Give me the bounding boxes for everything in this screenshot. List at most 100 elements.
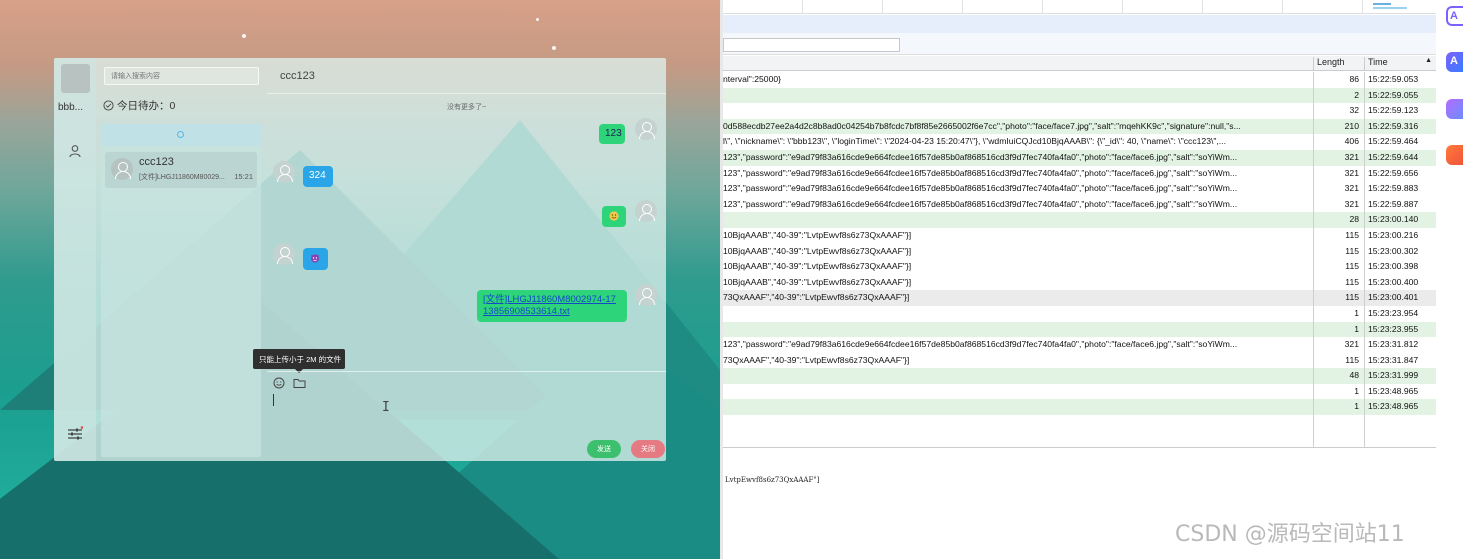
frame-row[interactable]: nterval":25000} 86 15:22:59.053	[723, 72, 1439, 88]
frame-row[interactable]: 73QxAAAF","40-39":"LvtpEwvf8s6z73QxAAAF"…	[723, 352, 1439, 369]
frame-data-cell: 10BjqAAAB","40-39":"LvtpEwvf8s6z73QxAAAF…	[723, 261, 912, 272]
frame-row[interactable]: 1 15:23:48.965	[723, 399, 1439, 416]
list-loading-indicator	[101, 124, 261, 146]
frame-length-cell: 210	[1313, 118, 1363, 135]
frame-data-cell: l\", \"nickname\": \"bbb123\", \"loginTi…	[723, 136, 1226, 147]
message-input-area[interactable]: I 发送 关闭	[267, 371, 666, 461]
wallpaper-star	[536, 18, 539, 21]
contact-name: ccc123	[139, 156, 174, 168]
conversation-header: ccc123	[267, 58, 666, 94]
send-button[interactable]: 发送	[587, 440, 621, 458]
frame-length-cell: 32	[1313, 103, 1363, 119]
emoji-icon[interactable]	[273, 377, 285, 389]
frame-time-cell: 15:23:00.398	[1364, 259, 1438, 275]
frame-row[interactable]: 32 15:22:59.123	[723, 103, 1439, 119]
upload-tooltip: 只能上传小于 2M 的文件	[253, 349, 345, 369]
column-header-length[interactable]: Length	[1313, 57, 1363, 70]
frame-row[interactable]: 123","password":"e9ad79f83a616cde9e664fc…	[723, 196, 1439, 213]
no-more-messages-label: 没有更多了~	[446, 104, 487, 111]
frame-time-cell: 15:23:23.955	[1364, 321, 1438, 338]
frame-row[interactable]: 1 15:23:23.955	[723, 321, 1439, 338]
frame-row[interactable]: 10BjqAAAB","40-39":"LvtpEwvf8s6z73QxAAAF…	[723, 259, 1439, 275]
frame-row[interactable]: 10BjqAAAB","40-39":"LvtpEwvf8s6z73QxAAAF…	[723, 243, 1439, 260]
frame-row[interactable]: 10BjqAAAB","40-39":"LvtpEwvf8s6z73QxAAAF…	[723, 227, 1439, 244]
frame-data-cell: 73QxAAAF","40-39":"LvtpEwvf8s6z73QxAAAF"…	[723, 354, 910, 365]
frame-length-cell: 48	[1313, 368, 1363, 384]
frame-data-cell: 10BjqAAAB","40-39":"LvtpEwvf8s6z73QxAAAF…	[723, 276, 912, 287]
check-circle-icon	[103, 100, 114, 111]
contacts-panel: 今日待办：0 ccc123 [文件]LHGJ11860M80029... 15:…	[96, 58, 266, 461]
frame-row[interactable]: 1 15:23:23.954	[723, 305, 1439, 322]
frame-length-cell: 406	[1313, 134, 1363, 150]
contacts-icon[interactable]	[68, 144, 82, 158]
frame-length-cell: 1	[1313, 383, 1363, 400]
frame-row[interactable]: 2 15:22:59.055	[723, 87, 1439, 104]
frame-row[interactable]: l\", \"nickname\": \"bbb123\", \"loginTi…	[723, 134, 1439, 150]
frame-time-cell: 15:23:23.954	[1364, 305, 1438, 322]
todo-label: 今日待办：0	[117, 100, 176, 112]
frame-data-cell: 73QxAAAF","40-39":"LvtpEwvf8s6z73QxAAAF"…	[723, 292, 910, 303]
app-dock: A A	[1436, 0, 1463, 559]
contact-list-item[interactable]: ccc123 [文件]LHGJ11860M80029... 15:21	[105, 152, 257, 188]
avatar[interactable]	[61, 64, 90, 93]
frame-time-cell: 15:23:31.999	[1364, 368, 1438, 384]
contact-last-message: [文件]LHGJ11860M80029...	[139, 174, 225, 181]
folder-icon[interactable]	[293, 377, 306, 389]
frame-time-cell: 15:22:59.316	[1364, 118, 1438, 135]
devil-emoji-icon	[311, 254, 319, 263]
message-bubble-incoming[interactable]	[303, 248, 328, 270]
frame-time-cell: 15:23:00.400	[1364, 274, 1438, 291]
chat-left-rail: bbb...	[54, 58, 96, 461]
frame-row[interactable]: 123","password":"e9ad79f83a616cde9e664fc…	[723, 181, 1439, 197]
frame-row[interactable]: 73QxAAAF","40-39":"LvtpEwvf8s6z73QxAAAF"…	[723, 290, 1439, 306]
overview-segment	[1203, 0, 1283, 14]
csdn-watermark: CSDN @源码空间站11	[1175, 522, 1405, 547]
message-bubble-outgoing[interactable]	[602, 206, 626, 227]
file-download-link[interactable]: [文件]LHGJ11860M8002974-1713856908533614.t…	[483, 294, 621, 318]
close-button[interactable]: 关闭	[631, 440, 665, 458]
message-bubble-outgoing[interactable]: 123	[599, 124, 625, 144]
red-app-icon[interactable]	[1446, 145, 1463, 165]
settings-sliders-icon[interactable]	[67, 426, 83, 442]
frame-length-cell: 321	[1313, 181, 1363, 197]
overview-activity-bar	[1373, 3, 1391, 5]
overview-segment	[1043, 0, 1123, 14]
frame-row[interactable]: 10BjqAAAB","40-39":"LvtpEwvf8s6z73QxAAAF…	[723, 274, 1439, 291]
frame-row[interactable]: 123","password":"e9ad79f83a616cde9e664fc…	[723, 149, 1439, 166]
frame-length-cell: 321	[1313, 337, 1363, 353]
message-bubble-outgoing-file[interactable]: [文件]LHGJ11860M8002974-1713856908533614.t…	[477, 290, 627, 322]
self-username: bbb...	[58, 102, 84, 113]
frame-time-cell: 15:22:59.123	[1364, 103, 1438, 119]
frame-row[interactable]: 48 15:23:31.999	[723, 368, 1439, 384]
overview-segment	[723, 0, 803, 14]
copilot-icon[interactable]	[1446, 99, 1463, 119]
frame-length-cell: 1	[1313, 321, 1363, 338]
frame-row[interactable]: 123","password":"e9ad79f83a616cde9e664fc…	[723, 337, 1439, 353]
frame-data-cell: 123","password":"e9ad79f83a616cde9e664fc…	[723, 183, 1238, 194]
frame-length-cell: 28	[1313, 212, 1363, 228]
column-divider	[1313, 72, 1314, 448]
frame-row[interactable]: 0d588ecdb27ee2a4d2c8b8ad0c04254b7b8fcdc7…	[723, 118, 1439, 135]
frame-row[interactable]: 28 15:23:00.140	[723, 212, 1439, 228]
frame-row[interactable]: 123","password":"e9ad79f83a616cde9e664fc…	[723, 165, 1439, 182]
ai-circle-icon[interactable]: A	[1446, 6, 1463, 26]
column-header-time[interactable]: Time ▲	[1364, 57, 1438, 70]
frame-length-cell: 115	[1313, 227, 1363, 244]
message-avatar	[635, 200, 657, 222]
filter-input[interactable]	[723, 38, 900, 52]
message-bubble-incoming[interactable]: 324	[303, 166, 333, 187]
ai-square-icon[interactable]: A	[1446, 52, 1463, 72]
frame-length-cell: 1	[1313, 305, 1363, 322]
frame-data-cell: 10BjqAAAB","40-39":"LvtpEwvf8s6z73QxAAAF…	[723, 245, 912, 256]
frame-length-cell: 86	[1313, 72, 1363, 88]
message-avatar	[273, 243, 295, 265]
frame-data-cell: 123","password":"e9ad79f83a616cde9e664fc…	[723, 167, 1238, 178]
frame-time-cell: 15:22:59.887	[1364, 196, 1438, 213]
message-text: 324	[309, 170, 326, 181]
frame-row[interactable]: 1 15:23:48.965	[723, 383, 1439, 400]
frame-time-cell: 15:23:00.401	[1364, 290, 1438, 306]
todo-indicator[interactable]: 今日待办：0	[103, 98, 175, 113]
overview-activity-bar	[1373, 7, 1407, 9]
devtools-panel: Length Time ▲ nterval":25000} 86 15:22:59.0…	[720, 0, 1439, 559]
search-input[interactable]	[104, 67, 259, 85]
